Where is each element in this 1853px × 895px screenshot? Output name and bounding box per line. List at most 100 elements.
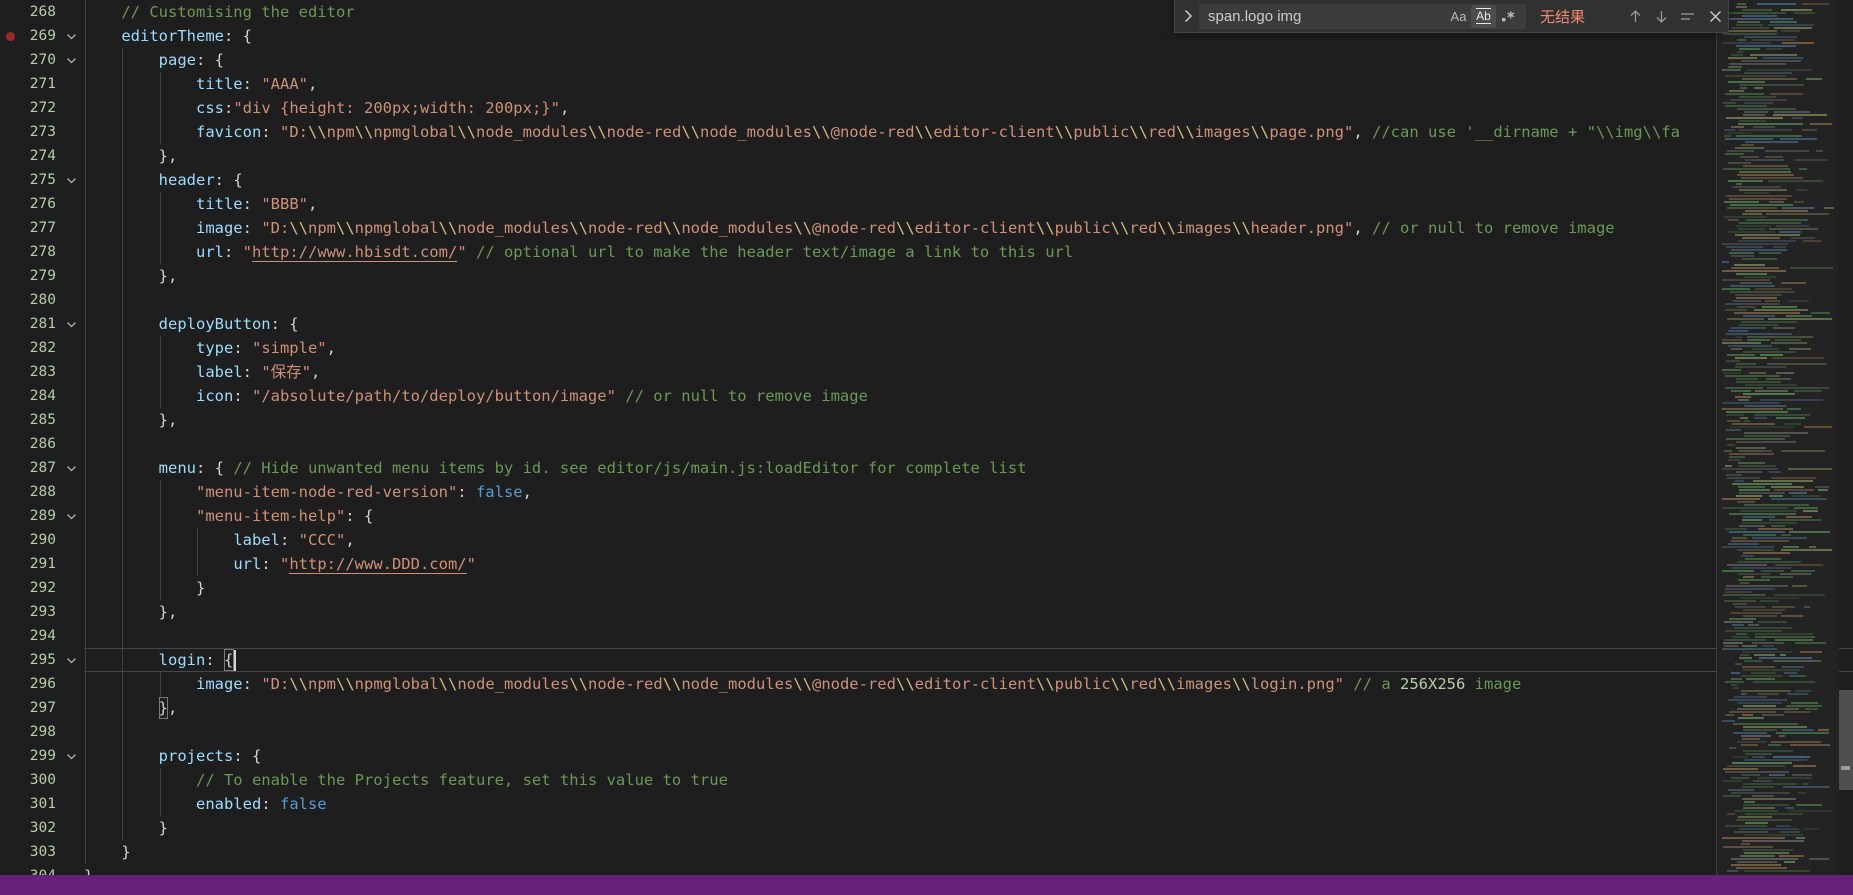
line-number-gutter[interactable]: 282 xyxy=(0,336,84,360)
code-line[interactable]: 300 // To enable the Projects feature, s… xyxy=(0,768,1853,792)
code-line[interactable]: 304} xyxy=(0,864,1853,875)
line-number-gutter[interactable]: 283 xyxy=(0,360,84,384)
code-line[interactable]: 270 page: { xyxy=(0,48,1853,72)
vertical-scrollbar-thumb[interactable] xyxy=(1839,690,1853,790)
line-number-gutter[interactable]: 291 xyxy=(0,552,84,576)
code-line[interactable]: 274 }, xyxy=(0,144,1853,168)
code-line[interactable]: 299 projects: { xyxy=(0,744,1853,768)
line-number-gutter[interactable]: 298 xyxy=(0,720,84,744)
line-number-gutter[interactable]: 274 xyxy=(0,144,84,168)
indent-guide xyxy=(85,432,86,456)
line-number-gutter[interactable]: 294 xyxy=(0,624,84,648)
minimap-line xyxy=(1739,96,1776,98)
code-line[interactable]: 278 url: "http://www.hbisdt.com/" // opt… xyxy=(0,240,1853,264)
code-line[interactable]: 295 login: { xyxy=(0,648,1853,672)
line-number-gutter[interactable]: 279 xyxy=(0,264,84,288)
code-line[interactable]: 302 } xyxy=(0,816,1853,840)
code-line[interactable]: 294 xyxy=(0,624,1853,648)
line-number-gutter[interactable]: 304 xyxy=(0,864,84,875)
code-editor[interactable]: 268 // Customising the editor 269 editorT… xyxy=(0,0,1853,875)
line-number-gutter[interactable]: 300 xyxy=(0,768,84,792)
code-line[interactable]: 277 image: "D:\\npm\\npmglobal\\node_mod… xyxy=(0,216,1853,240)
line-number-gutter[interactable]: 288 xyxy=(0,480,84,504)
fold-chevron-down-icon[interactable] xyxy=(62,504,80,528)
minimap-line xyxy=(1771,342,1807,344)
minimap-line xyxy=(1741,744,1758,746)
code-line[interactable]: 290 label: "CCC", xyxy=(0,528,1853,552)
toggle-replace-icon[interactable] xyxy=(1177,0,1199,33)
fold-chevron-down-icon[interactable] xyxy=(62,456,80,480)
fold-chevron-down-icon[interactable] xyxy=(62,744,80,768)
code-line[interactable]: 283 label: "保存", xyxy=(0,360,1853,384)
line-number-gutter[interactable]: 280 xyxy=(0,288,84,312)
line-number-gutter[interactable]: 272 xyxy=(0,96,84,120)
close-find-button[interactable] xyxy=(1702,3,1728,29)
code-line[interactable]: 284 icon: "/absolute/path/to/deploy/butt… xyxy=(0,384,1853,408)
previous-match-button[interactable] xyxy=(1622,3,1648,29)
next-match-button[interactable] xyxy=(1648,3,1674,29)
code-line[interactable]: 276 title: "BBB", xyxy=(0,192,1853,216)
breakpoint-marker[interactable] xyxy=(6,32,15,41)
code-line[interactable]: 288 "menu-item-node-red-version": false, xyxy=(0,480,1853,504)
line-number-gutter[interactable]: 285 xyxy=(0,408,84,432)
line-number-gutter[interactable]: 297 xyxy=(0,696,84,720)
code-line[interactable]: 293 }, xyxy=(0,600,1853,624)
fold-chevron-down-icon[interactable] xyxy=(62,648,80,672)
code-line[interactable]: 281 deployButton: { xyxy=(0,312,1853,336)
line-number-gutter[interactable]: 286 xyxy=(0,432,84,456)
line-number-gutter[interactable]: 296 xyxy=(0,672,84,696)
match-case-toggle[interactable]: Aa xyxy=(1446,5,1471,28)
line-number-gutter[interactable]: 271 xyxy=(0,72,84,96)
find-input-container[interactable]: Aa Ab xyxy=(1199,3,1526,29)
code-line[interactable]: 301 enabled: false xyxy=(0,792,1853,816)
line-number-gutter[interactable]: 273 xyxy=(0,120,84,144)
code-line[interactable]: 303 } xyxy=(0,840,1853,864)
match-whole-word-toggle[interactable]: Ab xyxy=(1471,4,1496,28)
fold-chevron-down-icon[interactable] xyxy=(62,24,80,48)
code-line[interactable]: 279 }, xyxy=(0,264,1853,288)
code-line[interactable]: 286 xyxy=(0,432,1853,456)
minimap-line xyxy=(1784,711,1811,713)
fold-chevron-down-icon[interactable] xyxy=(62,312,80,336)
find-input[interactable] xyxy=(1200,4,1446,28)
line-number-gutter[interactable]: 284 xyxy=(0,384,84,408)
code-line[interactable]: 292 } xyxy=(0,576,1853,600)
line-number-gutter[interactable]: 277 xyxy=(0,216,84,240)
arrow-down-icon xyxy=(1656,10,1666,23)
status-bar[interactable] xyxy=(0,875,1853,895)
fold-chevron-down-icon[interactable] xyxy=(62,168,80,192)
minimap[interactable] xyxy=(1716,0,1839,875)
code-line[interactable]: 273 favicon: "D:\\npm\\npmglobal\\node_m… xyxy=(0,120,1853,144)
line-number-gutter[interactable]: 292 xyxy=(0,576,84,600)
line-number-gutter[interactable]: 290 xyxy=(0,528,84,552)
fold-chevron-down-icon[interactable] xyxy=(62,48,80,72)
minimap-line xyxy=(1725,591,1751,593)
code-line[interactable]: 297 }, xyxy=(0,696,1853,720)
line-number-gutter[interactable]: 268 xyxy=(0,0,84,24)
line-number-gutter[interactable]: 301 xyxy=(0,792,84,816)
code-line[interactable]: 280 xyxy=(0,288,1853,312)
minimap-line xyxy=(1739,828,1799,830)
use-regex-toggle[interactable] xyxy=(1496,5,1521,28)
code-line[interactable]: 287 menu: { // Hide unwanted menu items … xyxy=(0,456,1853,480)
code-line[interactable]: 275 header: { xyxy=(0,168,1853,192)
line-number-gutter[interactable]: 302 xyxy=(0,816,84,840)
code-line[interactable]: 296 image: "D:\\npm\\npmglobal\\node_mod… xyxy=(0,672,1853,696)
code-line[interactable]: 291 url: "http://www.DDD.com/" xyxy=(0,552,1853,576)
line-number-gutter[interactable]: 276 xyxy=(0,192,84,216)
code-line[interactable]: 298 xyxy=(0,720,1853,744)
code-line[interactable]: 285 }, xyxy=(0,408,1853,432)
line-number-gutter[interactable]: 278 xyxy=(0,240,84,264)
code-line[interactable]: 271 title: "AAA", xyxy=(0,72,1853,96)
vertical-scrollbar[interactable] xyxy=(1839,0,1853,875)
line-number-gutter[interactable]: 293 xyxy=(0,600,84,624)
code-line[interactable]: 289 "menu-item-help": { xyxy=(0,504,1853,528)
minimap-line xyxy=(1740,582,1749,584)
minimap-line xyxy=(1754,414,1810,416)
minimap-line xyxy=(1722,570,1754,572)
line-number-gutter[interactable]: 303 xyxy=(0,840,84,864)
minimap-line xyxy=(1802,129,1817,131)
find-in-selection-button[interactable] xyxy=(1674,3,1700,29)
code-line[interactable]: 272 css:"div {height: 200px;width: 200px… xyxy=(0,96,1853,120)
code-line[interactable]: 282 type: "simple", xyxy=(0,336,1853,360)
